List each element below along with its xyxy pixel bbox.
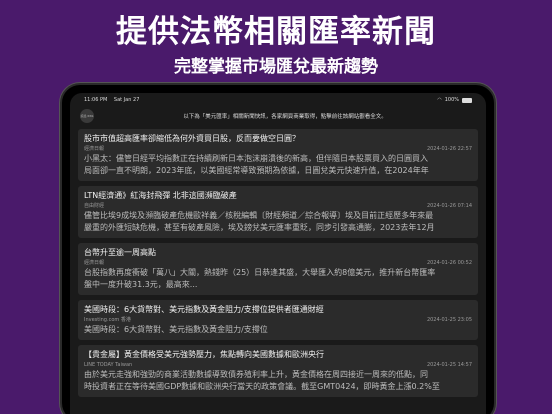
promo-title: 提供法幣相關匯率新聞	[116, 14, 436, 50]
news-source: 經濟日報	[84, 146, 105, 152]
battery-level: 100%	[444, 97, 459, 103]
news-body-line: 嚴重的外匯短缺危機，甚至有破產風險，埃及鎊兌美元匯率重貶，同步引發高通膨，202…	[84, 223, 435, 232]
news-title: LTN經濟通》紅海封飛彈 北非這國瀕臨破產	[84, 191, 237, 200]
news-meta: 經濟日報 2024-01-26 00:52	[84, 259, 472, 267]
news-card[interactable]: 台幣升至逾一周高點 經濟日報 2024-01-26 00:52 台股指數再度衝破…	[78, 243, 478, 295]
news-date: 2024-01-25 14:57	[426, 362, 472, 368]
news-meta: Investing.com 香港 2024-01-25 23:05	[84, 316, 472, 324]
rss-avatar: 訊息 RSS	[80, 109, 94, 123]
news-title: 美國時段：6大貨幣對、美元指數及黃金阻力/支撐位提供者匯通財經	[84, 305, 324, 314]
tablet-frame: 11:06 PM Sat Jan 27 ◠ 100% 訊息 RSS 以下為「美元…	[60, 83, 496, 414]
status-date: Sat Jan 27	[113, 97, 140, 103]
news-title: 股市市值超高匯率卻縮低為何外資買日股，反而要做空日圓？	[84, 134, 300, 143]
news-date: 2024-01-25 23:05	[426, 317, 472, 323]
news-body-line: 美國時段：6大貨幣對、美元指數及黃金阻力/支撐位	[84, 325, 268, 334]
status-bar: 11:06 PM Sat Jan 27 ◠ 100%	[70, 93, 486, 107]
news-title: 台幣升至逾一周高點	[84, 248, 156, 257]
news-body-line: 由於美元走強和強勁的商業活動數據導致債券殖利率上升，黃金價格在周四接近一周來的低…	[84, 370, 428, 379]
news-body-line: 盤中一度升破31.3元，最高來...	[84, 280, 198, 289]
notice-row: 訊息 RSS 以下為「美元匯率」相關新聞快訊，各家網頁商業取得，點擊前往該網站觀…	[70, 107, 486, 129]
status-right: ◠ 100%	[437, 97, 472, 103]
news-title: 【貴金屬】黃金價格受美元強勢壓力，焦點轉向美國數據和歐洲央行	[84, 350, 324, 359]
news-body-line: 小黑太：儘管日經平均指數正在持續刷新日本泡沫崩潰後的新高，但伴隨日本股票買入的日…	[84, 154, 428, 163]
news-source: LINE TODAY Taiwan	[84, 362, 133, 368]
wifi-icon: ◠	[437, 97, 442, 103]
promo-subtitle: 完整掌握市場匯兌最新趨勢	[174, 57, 378, 77]
news-body-line: 時投資者正在等待美國GDP數據和歐洲央行當天的政策會議。截至GMT0424，即時…	[84, 382, 440, 391]
news-body-line: 局面卻一直不明朗，2023年底，以美國經常導致預期為依據，日圓兌美元快速升值，在…	[84, 166, 429, 175]
news-card[interactable]: 【貴金屬】黃金價格受美元強勢壓力，焦點轉向美國數據和歐洲央行 LINE TODA…	[78, 345, 478, 397]
news-meta: 自由財經 2024-01-26 07:14	[84, 202, 472, 210]
news-card[interactable]: 股市市值超高匯率卻縮低為何外資買日股，反而要做空日圓？ 經濟日報 2024-01…	[78, 129, 478, 181]
news-list: 股市市值超高匯率卻縮低為何外資買日股，反而要做空日圓？ 經濟日報 2024-01…	[70, 129, 486, 397]
news-date: 2024-01-26 22:57	[426, 146, 472, 152]
news-date: 2024-01-26 00:52	[426, 260, 472, 266]
news-card[interactable]: LTN經濟通》紅海封飛彈 北非這國瀕臨破產 自由財經 2024-01-26 07…	[78, 186, 478, 238]
news-date: 2024-01-26 07:14	[426, 203, 472, 209]
notice-text: 以下為「美元匯率」相關新聞快訊，各家網頁商業取得，點擊前往該網站觀看全文。	[183, 114, 387, 120]
news-source: Investing.com 香港	[84, 317, 131, 323]
news-meta: 經濟日報 2024-01-26 22:57	[84, 145, 472, 153]
status-left: 11:06 PM Sat Jan 27	[84, 97, 144, 103]
news-body-line: 儘管比埃9成埃及瀕臨破產危機歐祥義／核稅編輯〔財經頻道／綜合報導〕埃及目前正經歷…	[84, 211, 434, 220]
news-meta: LINE TODAY Taiwan 2024-01-25 14:57	[84, 361, 472, 369]
battery-icon	[462, 97, 472, 103]
news-body-line: 台股指數再度衝破「萬八」大關，熱錢昨（25）日恭逢其盛，大舉匯入約8億美元，推升…	[84, 268, 436, 277]
news-source: 經濟日報	[84, 260, 105, 266]
status-time: 11:06 PM	[84, 97, 108, 103]
news-card[interactable]: 美國時段：6大貨幣對、美元指數及黃金阻力/支撐位提供者匯通財經 Investin…	[78, 300, 478, 340]
app-screen: 11:06 PM Sat Jan 27 ◠ 100% 訊息 RSS 以下為「美元…	[70, 93, 486, 414]
news-source: 自由財經	[84, 203, 105, 209]
